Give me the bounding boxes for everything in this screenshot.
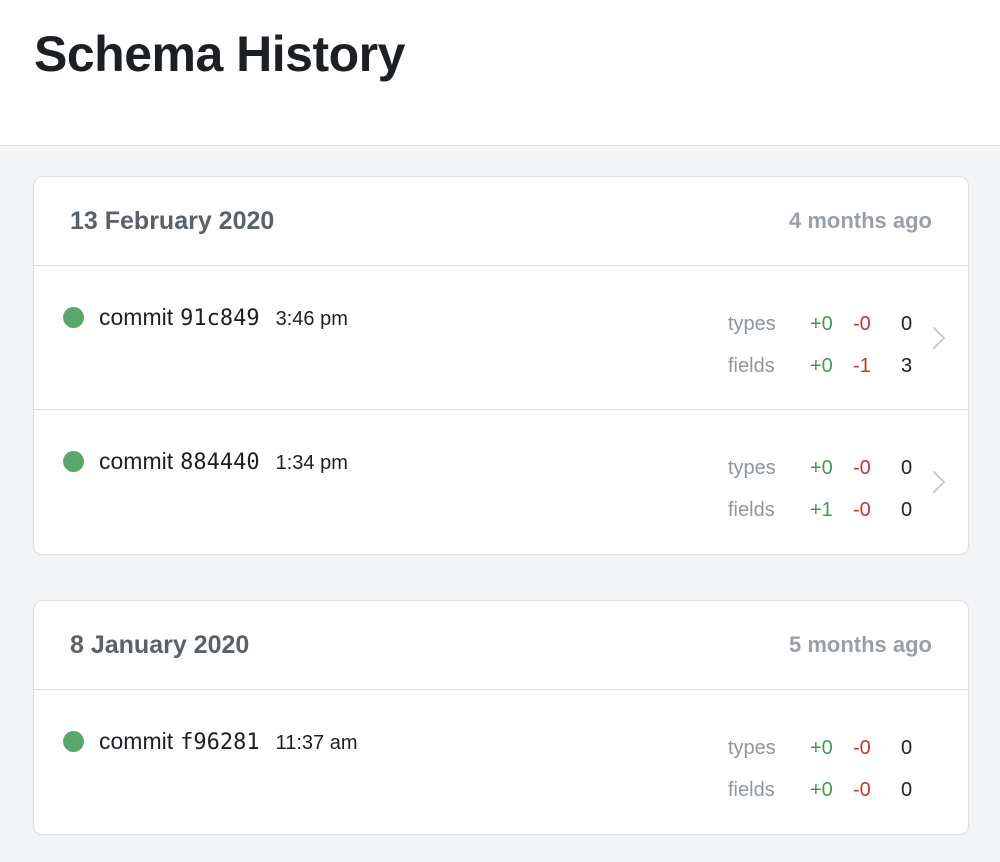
types-stats: types +0 -0 0 (728, 303, 925, 345)
fields-removed: -1 (853, 354, 871, 377)
fields-label: fields (728, 498, 775, 521)
commit-time: 11:37 am (275, 732, 358, 754)
types-removed: -0 (853, 312, 871, 335)
types-stats: types +0 -0 0 (728, 447, 925, 489)
day-group-header: 8 January 2020 5 months ago (34, 601, 968, 690)
day-relative-time: 5 months ago (788, 632, 932, 657)
types-added: +0 (810, 312, 833, 335)
day-group-card: 13 February 2020 4 months ago commit 91c… (33, 176, 969, 555)
commit-word: commit (99, 448, 174, 474)
chevron-right-icon[interactable] (932, 326, 946, 350)
fields-added: +0 (810, 354, 833, 377)
types-label: types (728, 736, 776, 759)
day-date: 13 February 2020 (70, 206, 275, 235)
day-group-card: 8 January 2020 5 months ago commit f9628… (33, 600, 969, 835)
fields-stats: fields +0 -1 3 (728, 345, 925, 387)
commit-word: commit (99, 728, 174, 754)
fields-changed: 0 (901, 498, 913, 521)
fields-added: +1 (810, 498, 833, 521)
fields-changed: 3 (901, 354, 913, 377)
commit-hash: 884440 (180, 450, 260, 475)
types-stats: types +0 -0 0 (728, 727, 925, 769)
types-added: +0 (810, 456, 833, 479)
commit-time: 1:34 pm (275, 452, 348, 474)
fields-removed: -0 (853, 498, 871, 521)
commit-stats: types +0 -0 0 fields +0 -1 3 (728, 303, 925, 387)
page-header: Schema History (0, 0, 1000, 146)
commit-label: commit 884440 1:34 pm (99, 448, 348, 475)
types-changed: 0 (901, 736, 913, 759)
types-changed: 0 (901, 456, 913, 479)
fields-removed: -0 (853, 778, 871, 801)
types-label: types (728, 312, 776, 335)
chevron-right-icon[interactable] (932, 470, 946, 494)
fields-label: fields (728, 354, 775, 377)
commit-label: commit f96281 11:37 am (99, 728, 358, 755)
day-date: 8 January 2020 (70, 630, 250, 659)
status-dot-icon (63, 731, 84, 752)
commit-hash: 91c849 (180, 306, 260, 331)
commit-stats: types +0 -0 0 fields +0 -0 0 (728, 727, 925, 811)
commit-stats: types +0 -0 0 fields +1 -0 0 (728, 447, 925, 531)
commit-row[interactable]: commit f96281 11:37 am types +0 -0 0 fie… (34, 690, 968, 834)
fields-stats: fields +0 -0 0 (728, 769, 925, 811)
page-title: Schema History (34, 26, 405, 82)
types-removed: -0 (853, 456, 871, 479)
status-dot-icon (63, 451, 84, 472)
day-relative-time: 4 months ago (788, 208, 932, 233)
commit-word: commit (99, 304, 174, 330)
day-group-header: 13 February 2020 4 months ago (34, 177, 968, 266)
types-label: types (728, 456, 776, 479)
types-removed: -0 (853, 736, 871, 759)
commit-label: commit 91c849 3:46 pm (99, 304, 348, 331)
types-changed: 0 (901, 312, 913, 335)
commit-hash: f96281 (180, 730, 260, 755)
fields-added: +0 (810, 778, 833, 801)
schema-history-list: 13 February 2020 4 months ago commit 91c… (0, 146, 1000, 835)
fields-stats: fields +1 -0 0 (728, 489, 925, 531)
fields-changed: 0 (901, 778, 913, 801)
commit-time: 3:46 pm (275, 308, 348, 330)
commit-row[interactable]: commit 91c849 3:46 pm types +0 -0 0 fiel… (34, 266, 968, 410)
types-added: +0 (810, 736, 833, 759)
fields-label: fields (728, 778, 775, 801)
commit-row[interactable]: commit 884440 1:34 pm types +0 -0 0 fiel… (34, 410, 968, 554)
status-dot-icon (63, 307, 84, 328)
